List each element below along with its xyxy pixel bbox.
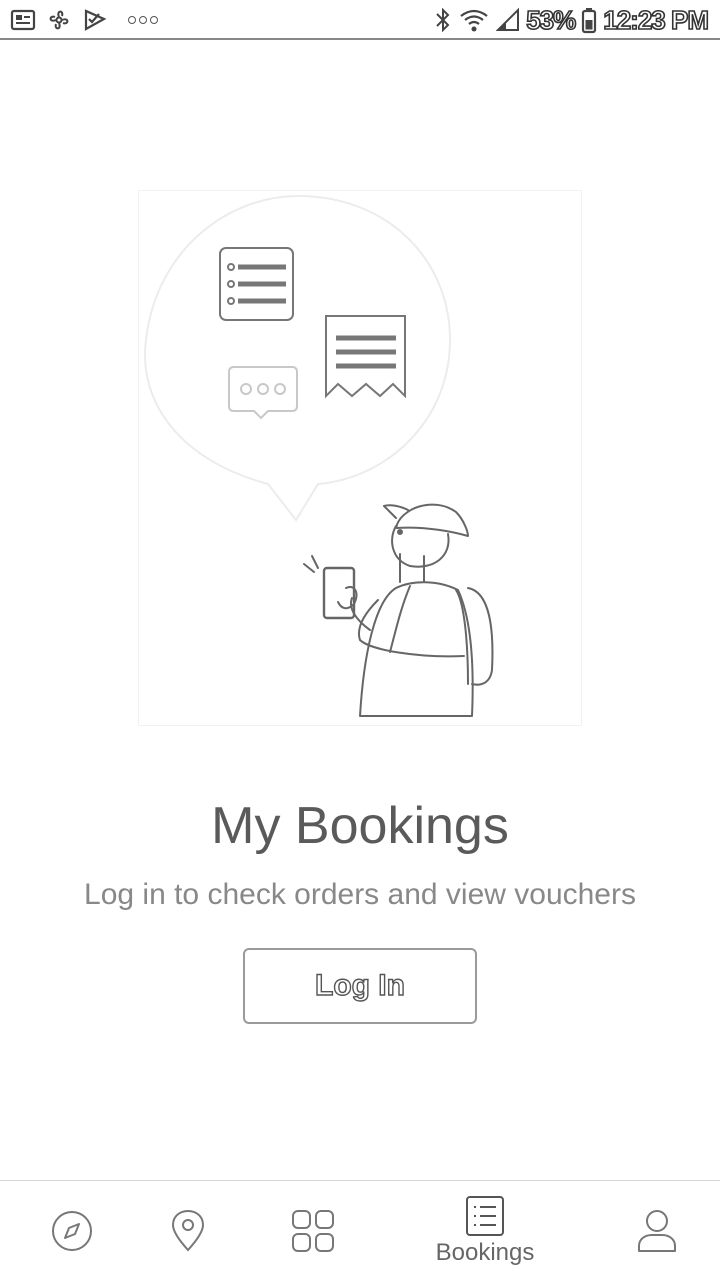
status-left-icons <box>10 6 158 34</box>
nav-item-bookings[interactable]: Bookings <box>413 1181 557 1281</box>
nav-item-account[interactable] <box>585 1181 720 1281</box>
wifi-icon <box>460 9 488 32</box>
traveler-figure <box>303 503 494 717</box>
bookings-illustration <box>138 190 582 726</box>
more-dots-icon <box>128 16 158 24</box>
battery-percent: 53% <box>525 4 577 36</box>
page-title: My Bookings <box>211 797 509 855</box>
list-document-icon <box>219 247 294 321</box>
person-icon <box>638 1210 676 1252</box>
receipt-icon <box>325 315 406 399</box>
clock: 12:23 PM <box>602 4 709 36</box>
bookings-list-icon <box>466 1196 504 1236</box>
chat-bubble-icon <box>228 366 298 420</box>
login-button[interactable]: Log In <box>243 948 477 1024</box>
check-icon <box>84 9 107 31</box>
status-bar: 53% 12:23 PM <box>0 0 720 40</box>
status-right-icons: 53% 12:23 PM <box>434 4 710 36</box>
pinwheel-icon <box>49 10 69 30</box>
grid-icon <box>292 1210 334 1252</box>
battery-icon <box>582 8 597 34</box>
signal-icon <box>496 7 520 31</box>
nav-label-bookings: Bookings <box>435 1239 535 1266</box>
bottom-navigation: Bookings <box>0 1180 720 1280</box>
nav-item-categories[interactable] <box>241 1181 385 1281</box>
gallery-icon <box>10 9 36 31</box>
page-subtitle: Log in to check orders and view vouchers <box>84 878 636 911</box>
bluetooth-icon <box>436 7 450 33</box>
location-pin-icon <box>171 1209 205 1252</box>
compass-icon <box>52 1211 92 1251</box>
nav-item-destinations[interactable] <box>116 1181 260 1281</box>
